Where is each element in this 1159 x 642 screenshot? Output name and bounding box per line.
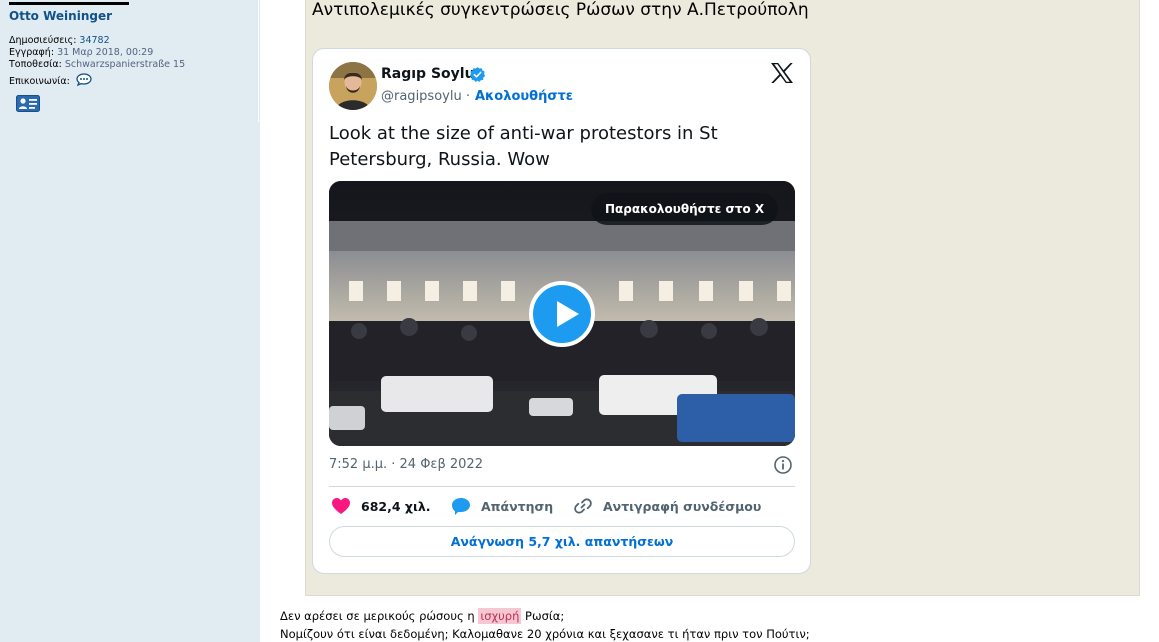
follow-link[interactable]: Ακολουθήστε (475, 89, 573, 104)
joined-value: 31 Μαρ 2018, 00:29 (57, 47, 154, 58)
avatar[interactable] (329, 62, 377, 110)
watch-on-x-button[interactable]: Παρακολουθήστε στο X (591, 193, 779, 225)
likes-count: 682,4 χιλ. (361, 498, 431, 514)
post-text-line-1: Δεν αρέσει σε μερικούς ρώσους η ισχυρή Ρ… (280, 608, 565, 624)
location-value: Schwarzspanierstraße 15 (64, 59, 186, 70)
post-text-after: Ρωσία; (521, 609, 565, 623)
author-name[interactable]: Ragıp Soylu (381, 66, 475, 82)
reply-label: Απάντηση (481, 498, 554, 514)
posts-count-link[interactable]: 34782 (79, 35, 109, 46)
username-bar (9, 2, 129, 5)
reply-button[interactable]: Απάντηση (451, 495, 553, 517)
tweet-timestamp[interactable]: 7:52 μ.μ. · 24 Φεβ 2022 (329, 457, 483, 472)
joined-row: Εγγραφή: 31 Μαρ 2018, 00:29 (9, 47, 153, 58)
location-label: Τοποθεσία: (9, 59, 62, 70)
posts-label: Δημοσιεύσεις: (9, 35, 77, 46)
tweet-text: Look at the size of anti-war protestors … (329, 123, 718, 170)
user-profile-panel: Otto Weininger Δημοσιεύσεις: 34782 Εγγρα… (0, 0, 260, 642)
link-icon (574, 498, 592, 514)
read-replies-button[interactable]: Ανάγνωση 5,7 χιλ. απαντήσεων (329, 526, 795, 557)
verified-badge-icon (469, 66, 486, 87)
joined-label: Εγγραφή: (9, 47, 55, 58)
reply-bubble-icon (452, 497, 470, 515)
play-button-icon[interactable] (529, 281, 595, 347)
like-button[interactable]: 682,4 χιλ. (331, 495, 430, 517)
chat-bubble-icon[interactable] (76, 73, 92, 89)
posts-count-row: Δημοσιεύσεις: 34782 (9, 35, 110, 46)
contact-card-icon[interactable] (16, 95, 40, 116)
video-thumbnail[interactable]: Παρακολουθήστε στο X (329, 181, 795, 446)
post-title: Αντιπολεμικές συγκεντρώσεις Ρώσων στην Α… (312, 0, 809, 20)
highlighted-word: ισχυρή (478, 608, 522, 624)
copy-link-label: Αντιγραφή συνδέσμου (603, 498, 762, 514)
location-row: Τοποθεσία: Schwarzspanierstraße 15 (9, 59, 185, 70)
username-link[interactable]: Otto Weininger (9, 9, 112, 23)
post-text-before: Δεν αρέσει σε μερικούς ρώσους η (280, 609, 479, 623)
tweet-divider (329, 486, 795, 487)
embedded-tweet[interactable]: Ragıp Soylu @ragipsoylu · Ακολουθήστε Lo… (312, 48, 811, 574)
contact-row: Επικοινωνία: (9, 73, 92, 89)
contact-label: Επικοινωνία: (9, 76, 70, 87)
heart-icon (332, 498, 350, 514)
author-handle[interactable]: @ragipsoylu · (381, 89, 470, 104)
profile-separator (258, 0, 259, 122)
copy-link-button[interactable]: Αντιγραφή συνδέσμου (573, 495, 761, 517)
x-logo-icon[interactable] (770, 62, 794, 88)
info-icon[interactable] (773, 455, 793, 479)
post-text-line-2: Νομίζουν ότι είναι δεδομένη; Καλομαθανε … (280, 627, 810, 641)
